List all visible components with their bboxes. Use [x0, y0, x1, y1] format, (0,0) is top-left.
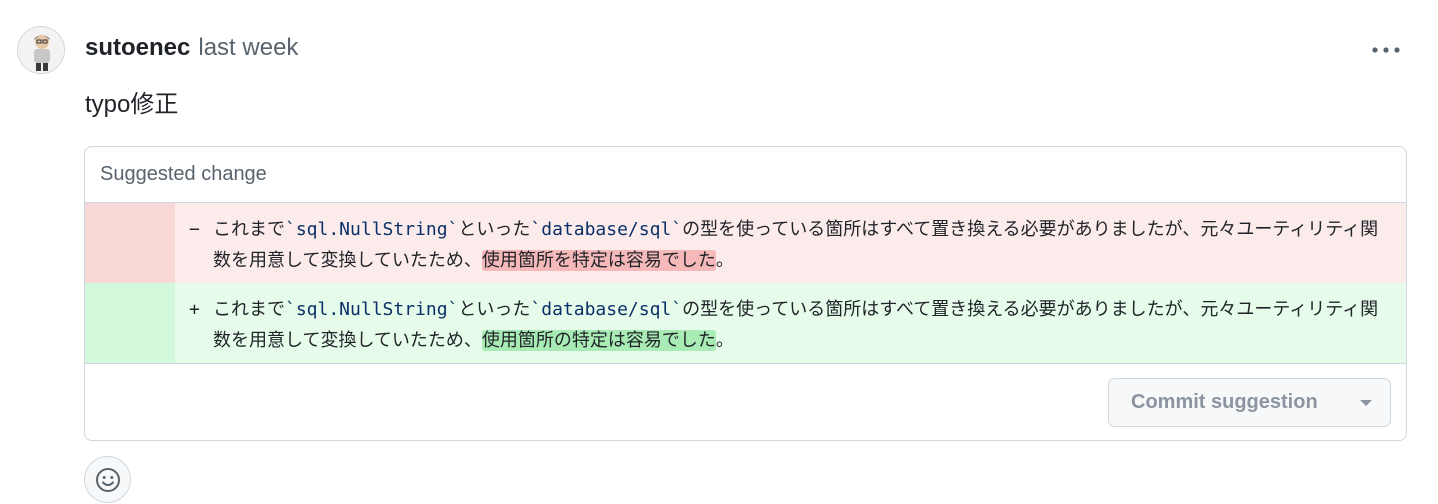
comment-timestamp[interactable]: last week — [198, 34, 298, 62]
deleted-highlight: 使用箇所を特定は容易でした — [481, 250, 716, 271]
suggested-change-header: Suggested change — [85, 147, 1406, 203]
text-segment: これまで — [213, 219, 285, 240]
inline-code: `sql.NullString` — [285, 299, 459, 320]
diff-added-line: + これまで`sql.NullString`といった`database/sql`… — [85, 283, 1406, 363]
text-segment: 。 — [715, 250, 734, 271]
triangle-down-icon[interactable] — [1360, 400, 1372, 406]
comment-body: typo修正 — [85, 91, 179, 118]
diff-deleted-text: これまで`sql.NullString`といった`database/sql`の型… — [213, 214, 1390, 283]
added-highlight: 使用箇所の特定は容易でした — [481, 330, 716, 351]
diff-addition-sign: + — [189, 299, 200, 320]
diff-deleted-line: − これまで`sql.NullString`といった`database/sql`… — [85, 203, 1406, 283]
comment-options-button[interactable] — [1366, 36, 1406, 64]
inline-code: `database/sql` — [530, 299, 683, 320]
diff-added-text: これまで`sql.NullString`といった`database/sql`の型… — [213, 294, 1390, 363]
inline-code: `database/sql` — [530, 219, 683, 240]
diff-gutter — [85, 283, 175, 363]
avatar[interactable] — [17, 26, 65, 74]
diff-gutter — [85, 203, 175, 283]
suggestion-footer: Commit suggestion — [85, 363, 1406, 440]
suggested-change-box: Suggested change − これまで`sql.NullString`と… — [84, 146, 1407, 441]
comment-header: sutoenec last week — [85, 34, 298, 64]
inline-code: `sql.NullString` — [285, 219, 459, 240]
commit-suggestion-label: Commit suggestion — [1131, 391, 1318, 413]
author-name[interactable]: sutoenec — [85, 34, 190, 62]
text-segment: といった — [458, 219, 531, 240]
avatar-image — [18, 27, 64, 73]
add-reaction-button[interactable] — [84, 456, 131, 503]
text-segment: これまで — [213, 299, 285, 320]
text-segment: 。 — [715, 330, 734, 351]
diff-deletion-sign: − — [189, 219, 200, 240]
text-segment: といった — [458, 299, 531, 320]
kebab-horizontal-icon — [1372, 47, 1400, 53]
commit-suggestion-button[interactable]: Commit suggestion — [1108, 378, 1391, 427]
smiley-icon — [95, 467, 120, 492]
